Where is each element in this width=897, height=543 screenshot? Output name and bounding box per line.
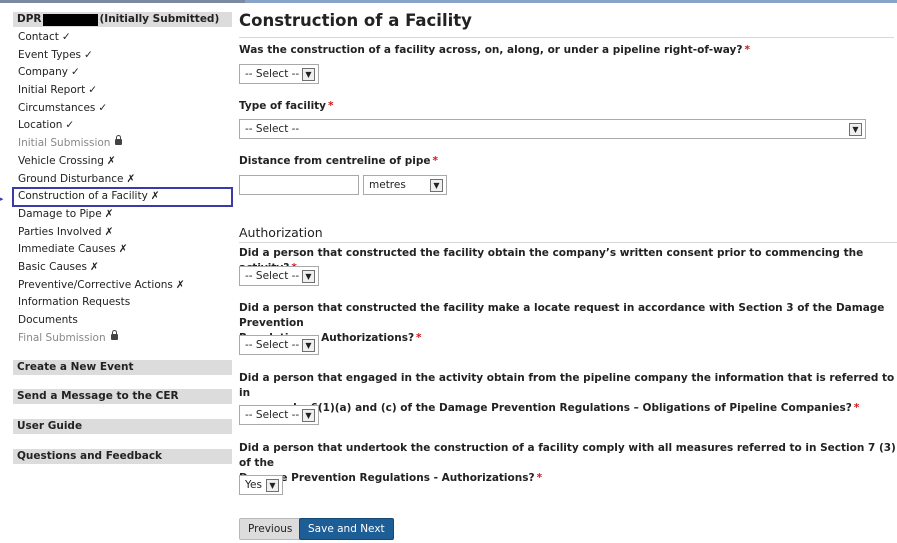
title-divider	[239, 37, 894, 38]
facility-type-select[interactable]: -- Select -- ▼	[239, 119, 866, 139]
a4-select[interactable]: Yes ▼	[239, 475, 283, 495]
a3-label: Did a person that engaged in the activit…	[239, 372, 895, 414]
sidebar-item-company[interactable]: Company ✓	[13, 64, 232, 82]
a1-label: Did a person that constructed the facili…	[239, 247, 864, 274]
chevron-down-icon: ▼	[302, 269, 315, 283]
a4-label: Did a person that undertook the construc…	[239, 442, 896, 484]
previous-button[interactable]: Previous	[239, 518, 302, 540]
report-status: (Initially Submitted)	[99, 13, 220, 25]
sidebar-item-initial-submission: Initial Submission	[13, 135, 232, 153]
sidebar-item-circumstances[interactable]: Circumstances ✓	[13, 100, 232, 118]
sidebar-item-vehicle-crossing[interactable]: Vehicle Crossing ✗	[13, 153, 232, 171]
top-bar-left	[0, 0, 245, 3]
chevron-down-icon: ▼	[266, 478, 279, 492]
sidebar-item-location[interactable]: Location ✓	[13, 117, 232, 135]
main-content: Construction of a Facility	[239, 11, 897, 38]
chevron-down-icon: ▼	[430, 178, 443, 192]
sidebar-item-construction-of-a-facility[interactable]: Construction of a Facility ✗	[12, 187, 233, 207]
sidebar-item-documents[interactable]: Documents	[13, 312, 232, 330]
sidebar-item-event-types[interactable]: Event Types ✓	[13, 47, 232, 65]
lock-icon	[115, 135, 123, 146]
sidebar-item-damage-to-pipe[interactable]: Damage to Pipe ✗	[13, 206, 232, 224]
sidebar-item-immediate-causes[interactable]: Immediate Causes ✗	[13, 241, 232, 259]
a2-label: Did a person that constructed the facili…	[239, 302, 885, 344]
q1-select[interactable]: -- Select -- ▼	[239, 64, 319, 84]
report-prefix: DPR	[17, 13, 42, 25]
sidebar-item-ground-disturbance[interactable]: Ground Disturbance ✗	[13, 171, 232, 189]
distance-input[interactable]	[239, 175, 359, 195]
authorization-divider	[239, 242, 897, 243]
questions-feedback-link[interactable]: Questions and Feedback	[13, 449, 232, 465]
sidebar-item-preventive-corrective-actions[interactable]: Preventive/Corrective Actions ✗	[13, 277, 232, 295]
sidebar-item-contact[interactable]: Contact ✓	[13, 29, 232, 47]
a3-select[interactable]: -- Select -- ▼	[239, 405, 319, 425]
active-pointer-icon: ▸	[0, 195, 4, 203]
q1-label: Was the construction of a facility acros…	[239, 44, 750, 56]
sidebar-header: DPR (Initially Submitted)	[13, 12, 232, 27]
q3-label: Distance from centreline of pipe *	[239, 155, 438, 167]
page-title: Construction of a Facility	[239, 11, 472, 30]
sidebar-item-information-requests[interactable]: Information Requests	[13, 294, 232, 312]
q2-label: Type of facility *	[239, 100, 334, 112]
create-new-event-link[interactable]: Create a New Event	[13, 360, 232, 376]
sidebar-item-parties-involved[interactable]: Parties Involved ✗	[13, 224, 232, 242]
save-and-next-button[interactable]: Save and Next	[299, 518, 394, 540]
chevron-down-icon: ▼	[302, 67, 315, 81]
top-bar	[0, 0, 897, 3]
sidebar-item-final-submission: Final Submission	[13, 329, 232, 348]
sidebar-item-basic-causes[interactable]: Basic Causes ✗	[13, 259, 232, 277]
authorization-heading: Authorization	[239, 225, 323, 240]
distance-unit-select[interactable]: metres ▼	[363, 175, 447, 195]
send-message-link[interactable]: Send a Message to the CER	[13, 389, 232, 405]
lock-icon	[110, 329, 118, 340]
chevron-down-icon: ▼	[302, 338, 315, 352]
chevron-down-icon: ▼	[849, 122, 862, 136]
redacted-report-number	[42, 13, 98, 26]
user-guide-link[interactable]: User Guide	[13, 419, 232, 435]
a2-select[interactable]: -- Select -- ▼	[239, 335, 319, 355]
sidebar-nav: Contact ✓ Event Types ✓ Company ✓ Initial R…	[12, 29, 233, 348]
a1-select[interactable]: -- Select -- ▼	[239, 266, 319, 286]
sidebar: DPR (Initially Submitted) Contact ✓ Event…	[12, 12, 233, 465]
sidebar-item-initial-report[interactable]: Initial Report ✓	[13, 82, 232, 100]
chevron-down-icon: ▼	[302, 408, 315, 422]
